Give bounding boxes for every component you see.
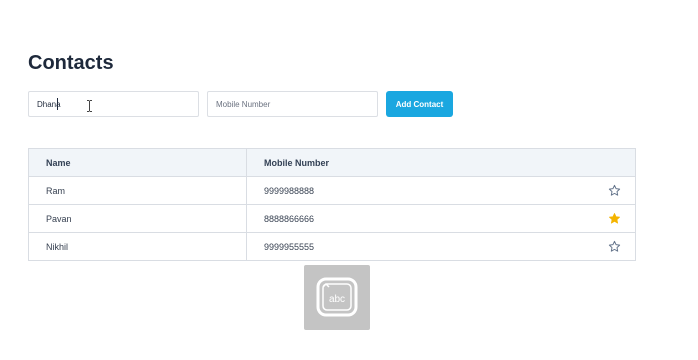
contact-mobile: 9999988888 xyxy=(264,185,315,196)
table-row: Ram 9999988888 xyxy=(29,176,635,204)
header-name: Name xyxy=(29,149,247,176)
star-outline-icon[interactable] xyxy=(608,184,621,197)
table-row: Nikhil 9999955555 xyxy=(29,232,635,260)
star-filled-icon[interactable] xyxy=(608,212,621,225)
name-input[interactable] xyxy=(28,91,199,117)
contact-mobile: 8888866666 xyxy=(264,213,315,224)
text-cursor-icon xyxy=(87,100,92,112)
contact-name: Nikhil xyxy=(29,233,247,260)
mobile-number-input[interactable] xyxy=(207,91,378,117)
table-header-row: Name Mobile Number xyxy=(29,149,635,176)
contact-mobile: 9999955555 xyxy=(264,241,315,252)
header-mobile-number: Mobile Number xyxy=(264,157,330,168)
text-caret xyxy=(57,98,58,110)
star-outline-icon[interactable] xyxy=(608,240,621,253)
contacts-table: Name Mobile Number Ram 9999988888 Pavan … xyxy=(28,148,636,261)
keyboard-label: abc xyxy=(329,294,345,305)
page-title: Contacts xyxy=(28,52,114,74)
contact-name: Ram xyxy=(29,177,247,204)
add-contact-button[interactable]: Add Contact xyxy=(386,91,453,117)
keyboard-overlay[interactable]: abc xyxy=(304,265,370,330)
table-row: Pavan 8888866666 xyxy=(29,204,635,232)
keyboard-abc-icon: abc xyxy=(316,277,358,317)
contact-name: Pavan xyxy=(29,205,247,232)
contacts-page: Contacts Add Contact Name Mobile Number … xyxy=(0,0,698,360)
